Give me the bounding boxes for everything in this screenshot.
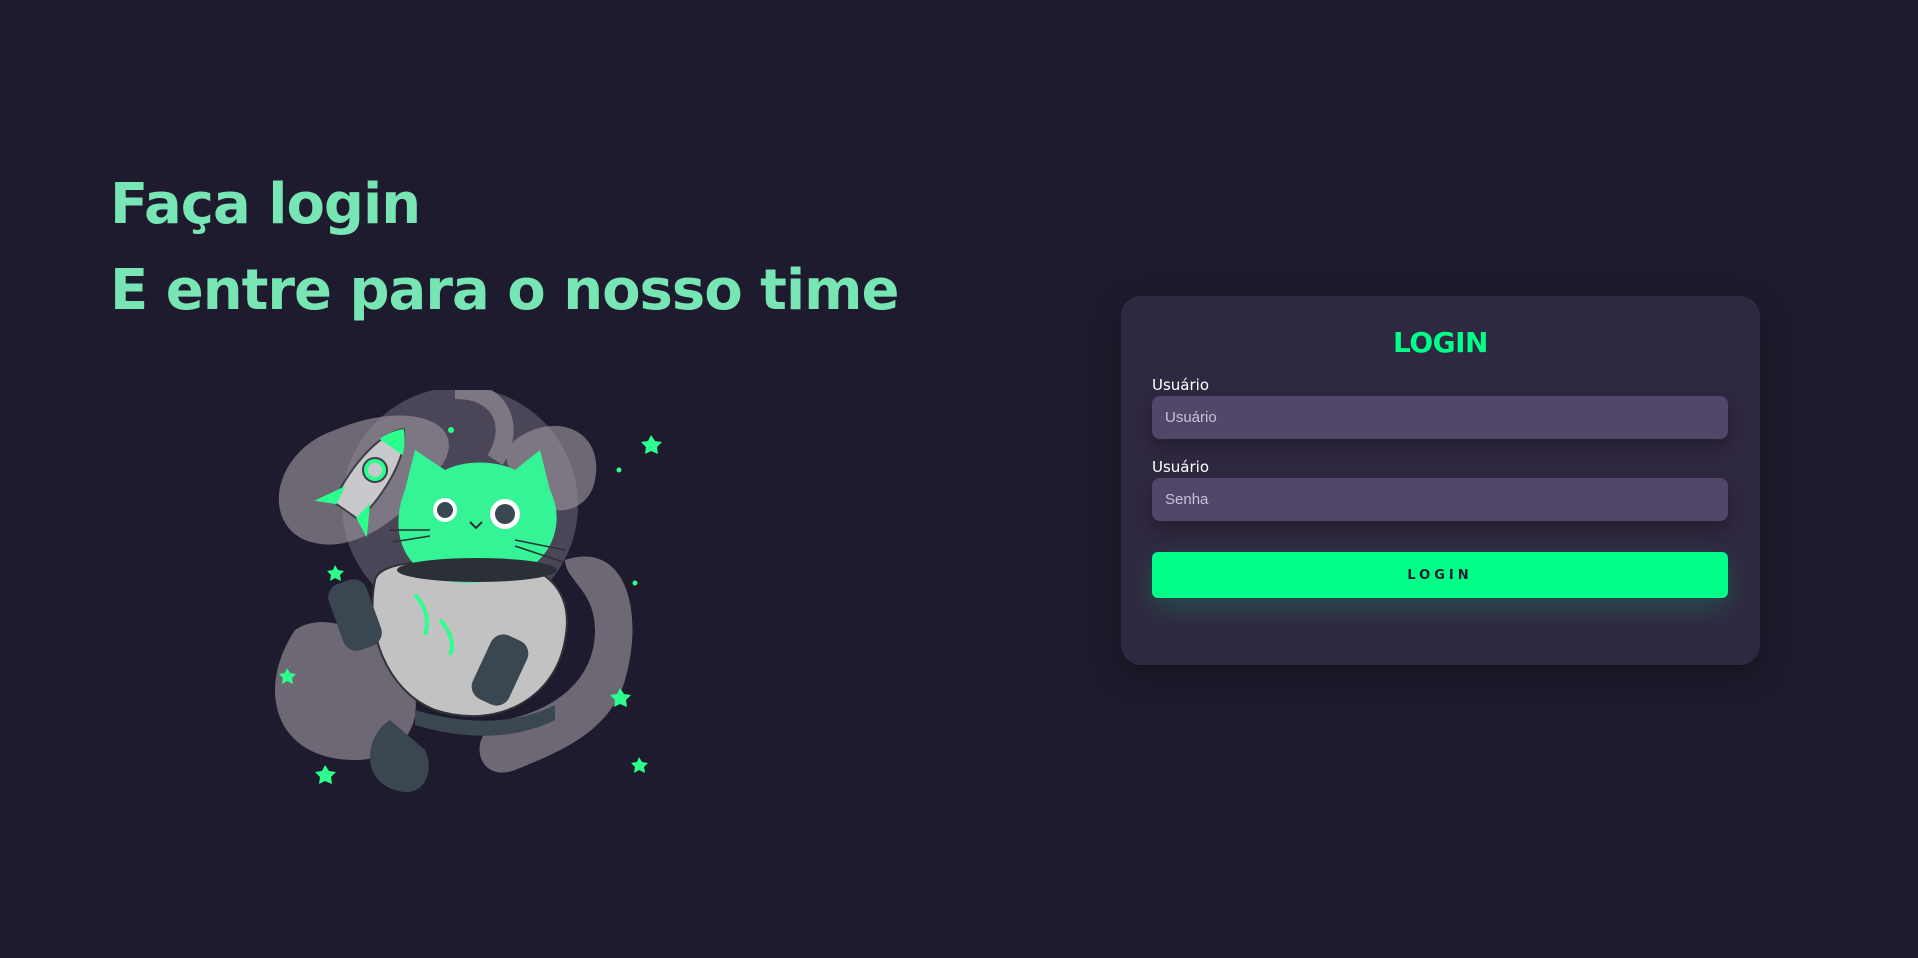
login-card: LOGIN Usuário Usuário LOGIN (1121, 296, 1760, 665)
login-button[interactable]: LOGIN (1152, 552, 1728, 598)
login-title: LOGIN (1393, 326, 1488, 359)
username-label: Usuário (1152, 376, 1210, 394)
astronaut-cat-illustration (275, 390, 662, 792)
hero-line-1: Faça login (110, 172, 421, 237)
password-label: Usuário (1152, 458, 1210, 476)
hero-line-2: E entre para o nosso time (110, 258, 899, 323)
password-input[interactable] (1152, 478, 1728, 521)
username-input[interactable] (1152, 396, 1728, 439)
hero-title: Faça login E entre para o nosso time (110, 162, 899, 334)
